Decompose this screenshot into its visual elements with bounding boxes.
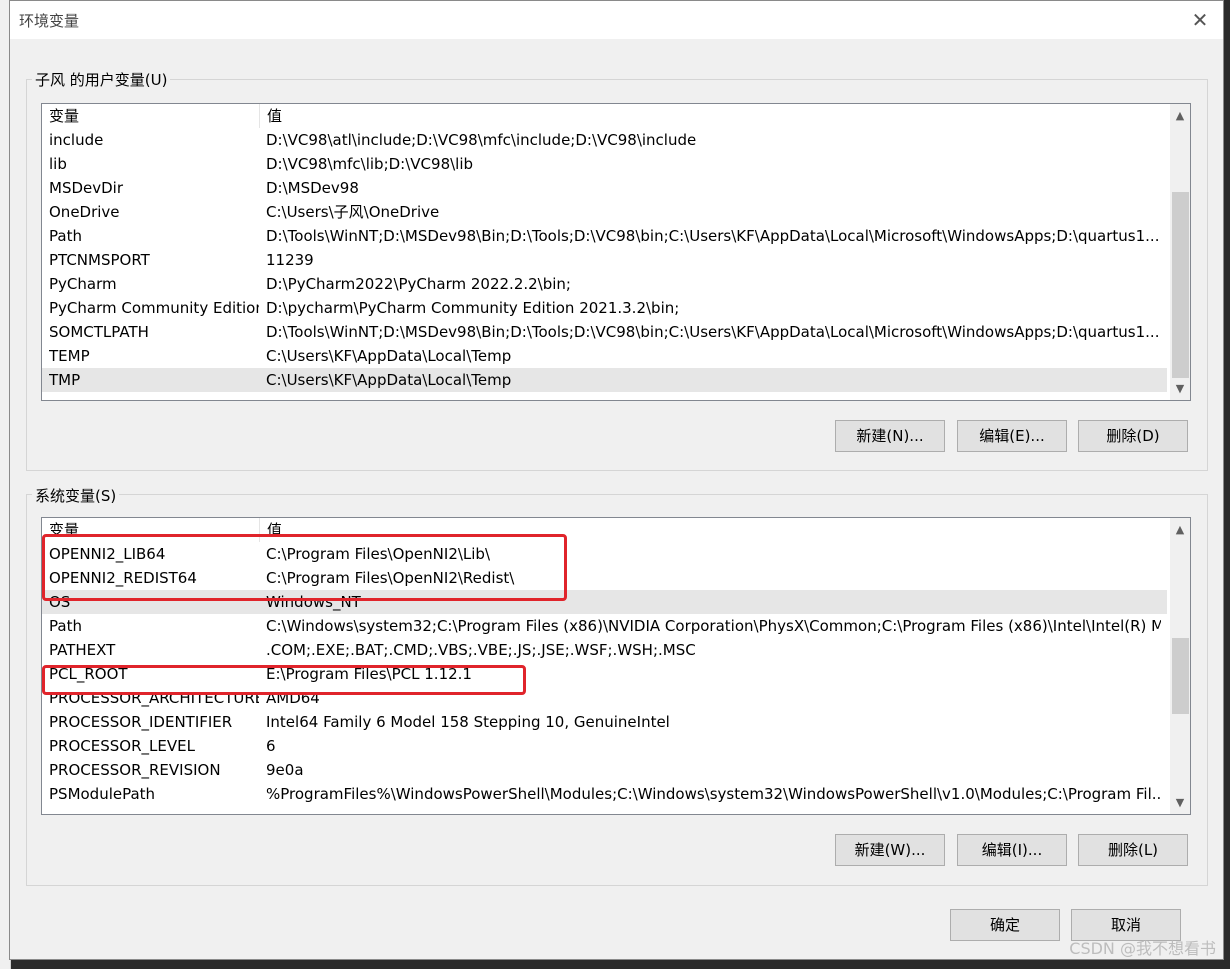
variable-value: D:\MSDev98 [266,179,359,197]
column-header-variable[interactable]: 变量 [42,104,259,128]
dialog-title: 环境变量 [19,12,80,30]
user-list-scrollbar[interactable]: ▲ ▼ [1170,104,1190,400]
variable-name: TMP [49,371,81,389]
variable-value: AMD64 [266,689,320,707]
column-header-variable[interactable]: 变量 [42,518,259,542]
column-header-value[interactable]: 值 [260,518,1160,542]
environment-variables-dialog: 环境变量 ✕ 子风 的用户变量(U) 变量 值 include D:\VC98\a… [9,0,1224,960]
variable-value: %ProgramFiles%\WindowsPowerShell\Modules… [266,785,1161,803]
variable-name: PATHEXT [49,641,116,659]
variable-name: PROCESSOR_IDENTIFIER [49,713,233,731]
variable-name: PROCESSOR_REVISION [49,761,221,779]
variable-value: D:\Tools\WinNT;D:\MSDev98\Bin;D:\Tools;D… [266,323,1160,341]
variable-value: C:\Users\子风\OneDrive [266,203,440,221]
user-variables-label: 子风 的用户变量(U) [32,69,171,90]
system-delete-button[interactable]: 删除(L) [1078,834,1188,866]
system-variables-list[interactable]: 变量 值 OPENNI2_LIB64 C:\Program Files\OpenN… [41,517,1191,815]
table-row[interactable]: include D:\VC98\atl\include;D:\VC98\mfc\i… [42,128,1167,152]
variable-name: TEMP [49,347,90,365]
variable-value: C:\Program Files\OpenNI2\Lib\ [266,545,491,563]
variable-value: .COM;.EXE;.BAT;.CMD;.VBS;.VBE;.JS;.JSE;.… [266,641,696,659]
variable-name: PSModulePath [49,785,156,803]
system-variables-label: 系统变量(S) [32,485,120,506]
variable-value: C:\Windows\system32;C:\Program Files (x8… [266,617,1161,635]
variable-name: lib [49,155,67,173]
variable-value: D:\VC98\mfc\lib;D:\VC98\lib [266,155,474,173]
table-row[interactable]: TEMP C:\Users\KF\AppData\Local\Temp [42,344,1167,368]
variable-name: MSDevDir [49,179,124,197]
table-row[interactable]: MSDevDir D:\MSDev98 [42,176,1167,200]
user-new-button[interactable]: 新建(N)... [835,420,945,452]
watermark: CSDN @我不想看书 [1069,939,1216,958]
ok-button[interactable]: 确定 [950,909,1060,941]
variable-name: PCL_ROOT [49,665,128,683]
table-row[interactable]: PSModulePath %ProgramFiles%\WindowsPowerS… [42,782,1167,806]
user-edit-button[interactable]: 编辑(E)... [957,420,1067,452]
table-row[interactable]: PROCESSOR_ARCHITECTURE AMD64 [42,686,1167,710]
variable-name: OS [49,593,71,611]
variable-value: 6 [266,737,276,755]
table-row[interactable]: TMP C:\Users\KF\AppData\Local\Temp [42,368,1167,392]
title-bar: 环境变量 ✕ [10,1,1223,39]
variable-value: D:\PyCharm2022\PyCharm 2022.2.2\bin; [266,275,571,293]
variable-name: PROCESSOR_LEVEL [49,737,195,755]
table-row[interactable]: PTCNMSPORT 11239 [42,248,1167,272]
table-row[interactable]: OPENNI2_REDIST64 C:\Program Files\OpenNI2… [42,566,1167,590]
table-row[interactable]: OneDrive C:\Users\子风\OneDrive [42,200,1167,224]
variable-name: SOMCTLPATH [49,323,149,341]
variable-value: Intel64 Family 6 Model 158 Stepping 10, … [266,713,670,731]
scrollbar-thumb[interactable] [1172,638,1189,714]
table-row[interactable]: PROCESSOR_REVISION 9e0a [42,758,1167,782]
variable-value: 11239 [266,251,314,269]
variable-name: include [49,131,104,149]
scroll-down-icon[interactable]: ▼ [1170,379,1190,399]
system-list-scrollbar[interactable]: ▲ ▼ [1170,518,1190,814]
variable-name: PyCharm [49,275,117,293]
system-edit-button[interactable]: 编辑(I)... [957,834,1067,866]
scroll-down-icon[interactable]: ▼ [1170,793,1190,813]
variable-name: OPENNI2_LIB64 [49,545,166,563]
scrollbar-thumb[interactable] [1172,192,1189,378]
variable-value: D:\Tools\WinNT;D:\MSDev98\Bin;D:\Tools;D… [266,227,1160,245]
variable-value: C:\Program Files\OpenNI2\Redist\ [266,569,515,587]
table-row[interactable]: PyCharm Community Edition D:\pycharm\PyCh… [42,296,1167,320]
variable-name: Path [49,227,82,245]
user-delete-button[interactable]: 删除(D) [1078,420,1188,452]
table-row[interactable]: OPENNI2_LIB64 C:\Program Files\OpenNI2\Li… [42,542,1167,566]
variable-value: 9e0a [266,761,304,779]
table-row[interactable]: OS Windows_NT [42,590,1167,614]
table-row[interactable]: PyCharm D:\PyCharm2022\PyCharm 2022.2.2\b… [42,272,1167,296]
scroll-up-icon[interactable]: ▲ [1170,520,1190,540]
variable-name: PROCESSOR_ARCHITECTURE [49,689,259,707]
close-icon[interactable]: ✕ [1185,5,1215,35]
variable-value: C:\Users\KF\AppData\Local\Temp [266,347,512,365]
table-row[interactable]: PATHEXT .COM;.EXE;.BAT;.CMD;.VBS;.VBE;.JS… [42,638,1167,662]
variable-name: PTCNMSPORT [49,251,150,269]
variable-value: E:\Program Files\PCL 1.12.1 [266,665,472,683]
scroll-up-icon[interactable]: ▲ [1170,106,1190,126]
variable-value: C:\Users\KF\AppData\Local\Temp [266,371,512,389]
variable-name: Path [49,617,82,635]
variable-value: D:\VC98\atl\include;D:\VC98\mfc\include;… [266,131,697,149]
table-row[interactable]: PROCESSOR_LEVEL 6 [42,734,1167,758]
variable-value: D:\pycharm\PyCharm Community Edition 202… [266,299,680,317]
table-row[interactable]: PCL_ROOT E:\Program Files\PCL 1.12.1 [42,662,1167,686]
table-row[interactable]: lib D:\VC98\mfc\lib;D:\VC98\lib [42,152,1167,176]
table-row[interactable]: Path D:\Tools\WinNT;D:\MSDev98\Bin;D:\Too… [42,224,1167,248]
system-new-button[interactable]: 新建(W)... [835,834,945,866]
user-variables-list[interactable]: 变量 值 include D:\VC98\atl\include;D:\VC98\… [41,103,1191,401]
variable-value: Windows_NT [266,593,361,611]
variable-name: OPENNI2_REDIST64 [49,569,197,587]
table-row[interactable]: Path C:\Windows\system32;C:\Program Files… [42,614,1167,638]
table-row[interactable]: PROCESSOR_IDENTIFIER Intel64 Family 6 Mod… [42,710,1167,734]
variable-name: PyCharm Community Edition [49,299,259,317]
column-header-value[interactable]: 值 [260,104,1160,128]
table-row[interactable]: SOMCTLPATH D:\Tools\WinNT;D:\MSDev98\Bin;… [42,320,1167,344]
variable-name: OneDrive [49,203,120,221]
